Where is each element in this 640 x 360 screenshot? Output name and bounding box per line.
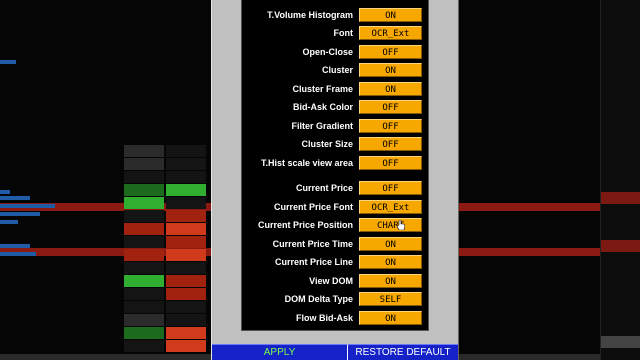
setting-label: Current Price Font (273, 202, 353, 212)
volume-bar (0, 244, 30, 248)
setting-label: Bid-Ask Color (292, 102, 353, 112)
setting-value-button[interactable]: ON (359, 8, 422, 22)
setting-value-button[interactable]: OFF (359, 119, 422, 133)
hand-cursor-icon (397, 220, 405, 230)
setting-row: Current Price Font OCR_Ext (242, 199, 430, 215)
setting-label: Cluster Frame (292, 84, 353, 94)
setting-value-button[interactable]: ON (359, 255, 422, 269)
setting-value-button[interactable]: OFF (359, 181, 422, 195)
setting-value-button[interactable]: OFF (359, 45, 422, 59)
setting-label: View DOM (309, 276, 353, 286)
setting-label: Current Price Position (257, 220, 353, 230)
volume-bar (0, 60, 16, 64)
setting-label: Current Price (295, 183, 353, 193)
setting-value-button[interactable]: SELF (359, 292, 422, 306)
volume-bar (0, 204, 55, 208)
setting-label: T.Hist scale view area (260, 158, 353, 168)
setting-row: T.Hist scale view area OFF (242, 155, 430, 171)
setting-label: T.Volume Histogram (267, 10, 353, 20)
setting-value-button[interactable]: ON (359, 311, 422, 325)
setting-label: Open-Close (302, 47, 353, 57)
volume-bar (0, 190, 10, 194)
setting-label: Cluster (321, 65, 353, 75)
setting-value-button[interactable]: OFF (359, 156, 422, 170)
setting-row: Open-Close OFF (242, 44, 430, 60)
setting-value-button[interactable]: OCR_Ext (359, 26, 422, 40)
setting-label: Flow Bid-Ask (295, 313, 353, 323)
settings-dialog: T.Volume Histogram ON Font OCR_Ext Open-Clos… (211, 0, 459, 360)
cluster-cells (124, 145, 212, 353)
volume-bar (0, 212, 40, 216)
setting-value-button[interactable]: ON (359, 237, 422, 251)
setting-value-button[interactable]: ON (359, 274, 422, 288)
apply-button[interactable]: APPLY (212, 344, 348, 360)
volume-bar (0, 252, 36, 256)
dialog-footer: APPLY RESTORE DEFAULT (212, 344, 458, 360)
setting-row: View DOM ON (242, 273, 430, 289)
setting-row: T.Volume Histogram ON (242, 7, 430, 23)
setting-row: Current Price Time ON (242, 236, 430, 252)
volume-bar (0, 220, 18, 224)
volume-bar (0, 196, 30, 200)
setting-label: DOM Delta Type (284, 294, 353, 304)
setting-label: Current Price Line (274, 257, 353, 267)
setting-row: Filter Gradient OFF (242, 118, 430, 134)
setting-value-button[interactable]: ON (359, 63, 422, 77)
setting-label: Font (333, 28, 354, 38)
setting-label: Filter Gradient (291, 121, 353, 131)
setting-row: Cluster Size OFF (242, 136, 430, 152)
settings-list: T.Volume Histogram ON Font OCR_Ext Open-Clos… (241, 0, 429, 331)
setting-value-button[interactable]: OCR_Ext (359, 200, 422, 214)
price-scale (600, 0, 640, 360)
setting-value-button[interactable]: OFF (359, 100, 422, 114)
setting-value-button[interactable]: OFF (359, 137, 422, 151)
setting-label: Current Price Time (272, 239, 353, 249)
setting-row: Font OCR_Ext (242, 25, 430, 41)
setting-row: DOM Delta Type SELF (242, 291, 430, 307)
setting-value-button[interactable]: CHART (359, 218, 422, 232)
setting-row: Flow Bid-Ask ON (242, 310, 430, 326)
setting-value-button[interactable]: ON (359, 82, 422, 96)
setting-row: Current Price OFF (242, 180, 430, 196)
setting-label: Cluster Size (301, 139, 353, 149)
setting-row: Cluster ON (242, 62, 430, 78)
restore-default-button[interactable]: RESTORE DEFAULT (348, 344, 458, 360)
setting-row: Bid-Ask Color OFF (242, 99, 430, 115)
setting-row: Current Price Line ON (242, 254, 430, 270)
setting-row: Cluster Frame ON (242, 81, 430, 97)
